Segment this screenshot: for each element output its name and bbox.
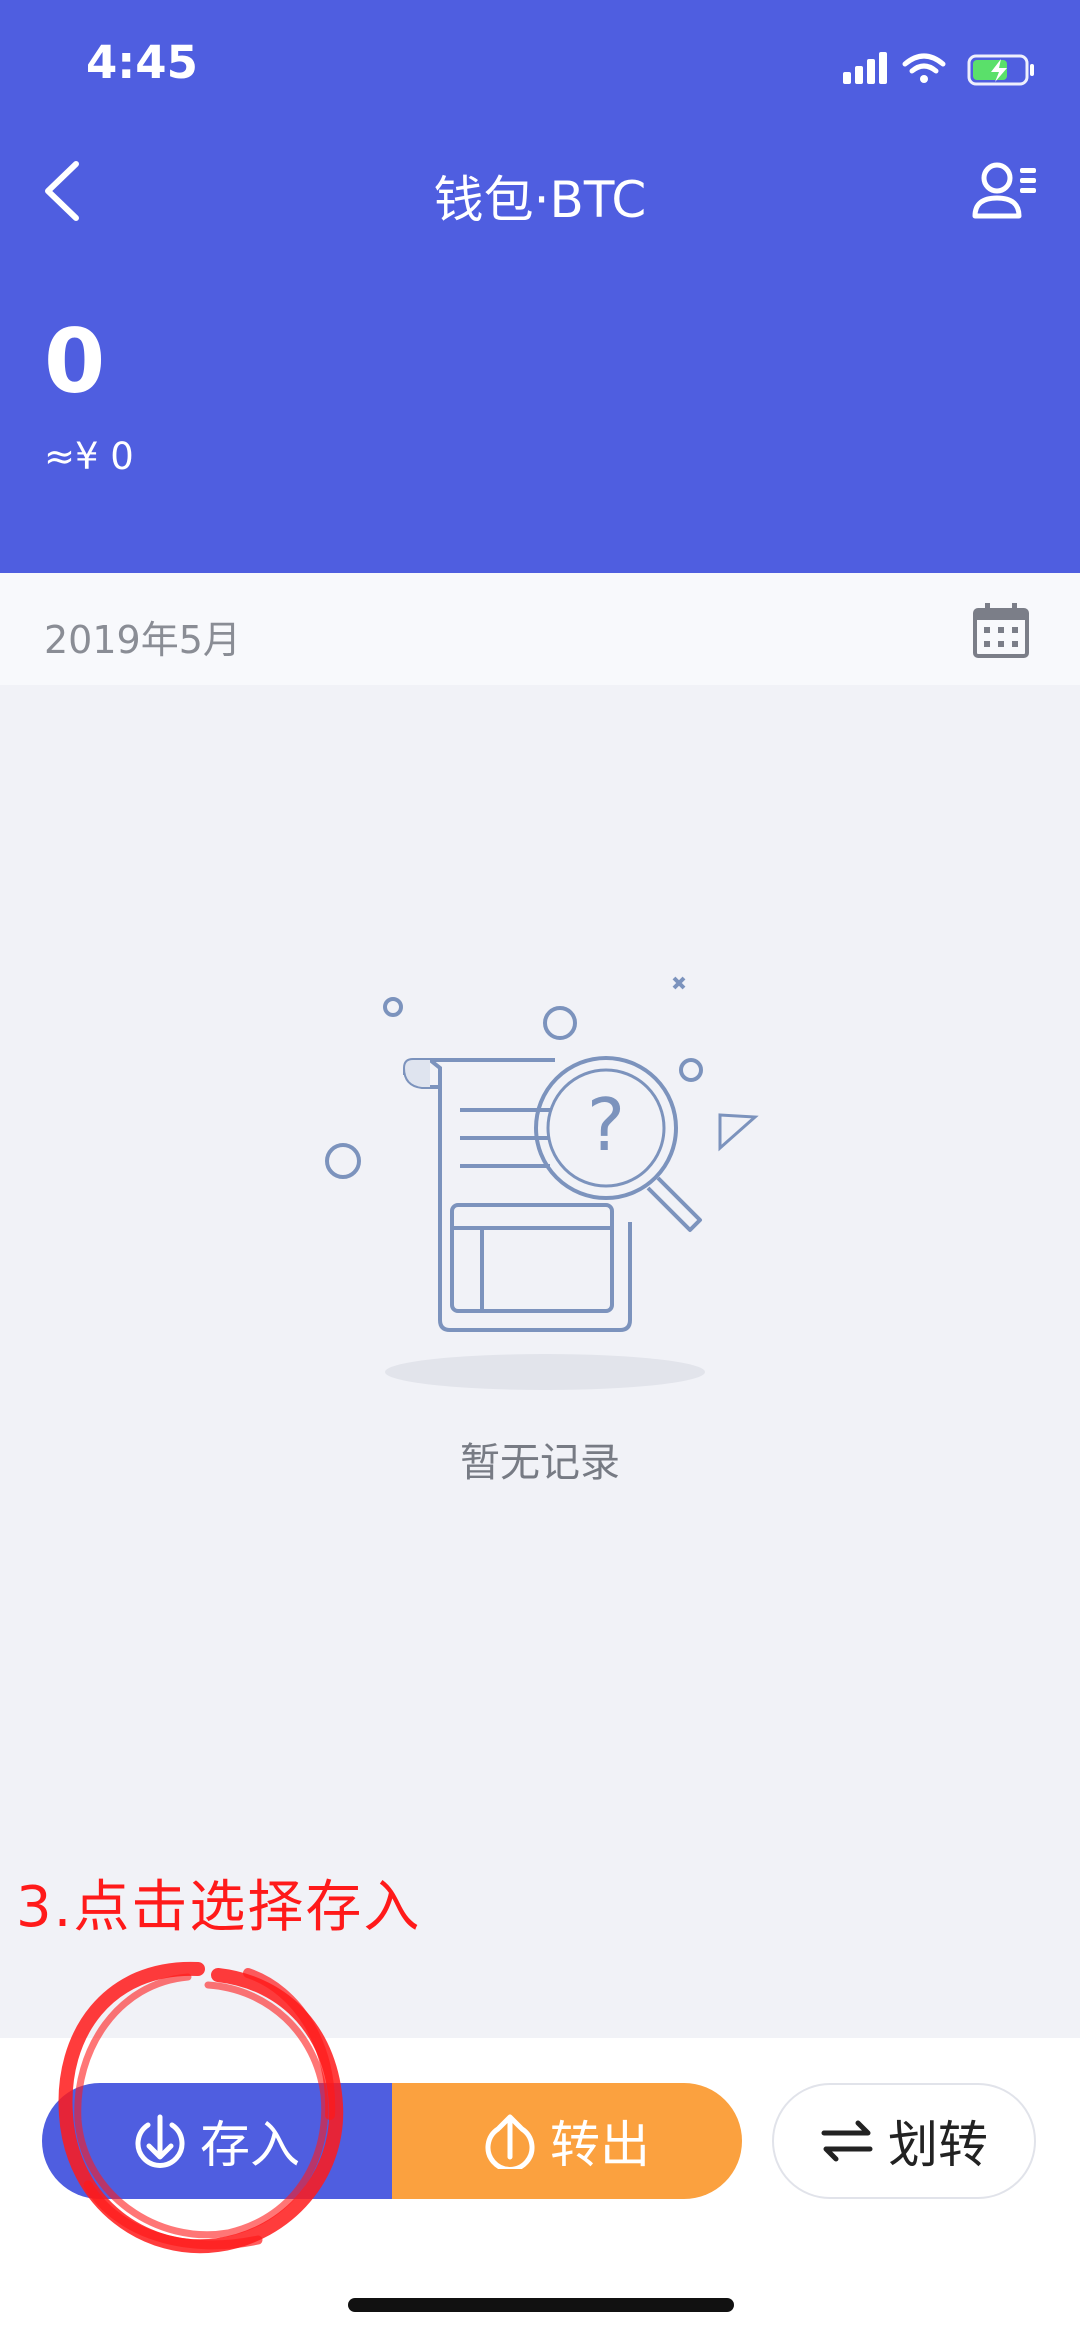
tutorial-annotation: 3.点击选择存入 xyxy=(16,1875,422,1940)
status-icons xyxy=(843,52,1034,86)
signal-icon xyxy=(843,52,887,84)
transfer-label: 划转 xyxy=(888,2116,988,2174)
wifi-icon xyxy=(902,53,946,83)
account-list-icon[interactable] xyxy=(970,158,1040,228)
upload-icon xyxy=(485,2114,535,2169)
month-label: 2019年5月 xyxy=(44,618,241,662)
withdraw-button[interactable]: 转出 xyxy=(392,2083,742,2199)
withdraw-label: 转出 xyxy=(550,2116,650,2174)
empty-records-illustration: ? xyxy=(325,976,759,1390)
deposit-label: 存入 xyxy=(200,2116,300,2174)
wallet-header: 4:45 钱包·BTC 0 ≈¥ 0 xyxy=(0,0,1080,573)
deposit-button[interactable]: 存入 xyxy=(42,2083,392,2199)
month-filter-bar: 2019年5月 xyxy=(0,573,1080,685)
svg-text:?: ? xyxy=(587,1083,625,1167)
swap-arrows-icon xyxy=(821,2120,873,2162)
download-icon xyxy=(135,2114,185,2168)
balance-cny: ≈¥ 0 xyxy=(44,435,134,478)
empty-state-text: 暂无记录 xyxy=(460,1440,620,1486)
calendar-icon[interactable] xyxy=(972,601,1030,659)
page-title: 钱包·BTC xyxy=(433,171,647,229)
transfer-button[interactable]: 划转 xyxy=(772,2083,1036,2199)
balance-amount: 0 xyxy=(44,310,106,413)
battery-charging-icon xyxy=(967,54,1034,86)
deposit-withdraw-group: 存入 转出 xyxy=(42,2083,742,2199)
status-time: 4:45 xyxy=(86,36,198,89)
home-indicator xyxy=(348,2298,734,2312)
